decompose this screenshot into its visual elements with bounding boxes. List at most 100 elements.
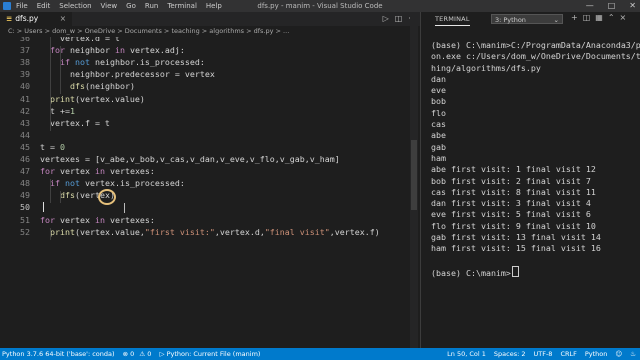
indent-guide [50, 227, 51, 240]
terminal-line-text: gab [431, 141, 446, 152]
minimize-icon[interactable]: — [586, 0, 594, 12]
line-number: 48 [20, 178, 30, 189]
run-icon[interactable]: ▷ [383, 12, 389, 26]
code-token: "final visit" [264, 226, 330, 237]
code-token: vertex.adj: [124, 45, 185, 56]
menu-item-terminal[interactable]: Terminal [167, 1, 197, 11]
code-token: vertexes: [104, 166, 155, 177]
tab-dfs-py[interactable]: ≡ dfs.py × [0, 12, 72, 26]
terminal-line: ham [431, 153, 636, 164]
terminal-line-text: (base) C:\manim>C:/ProgramData/Anaconda3… [431, 40, 640, 50]
code-token: neighbor [65, 45, 115, 56]
bell-icon[interactable]: ♨ [630, 348, 636, 360]
code-token: neighbor.is_processed: [89, 57, 205, 68]
terminal-line-text: cas first visit: 8 final visit 11 [431, 186, 596, 197]
maximize-icon[interactable]: □ [608, 0, 616, 12]
error-count[interactable]: 0 [130, 350, 134, 358]
code-token: vertexes: [104, 214, 155, 225]
code-token: if [59, 57, 70, 68]
line-number: 36 [20, 37, 30, 43]
cursor-position[interactable]: Ln 50, Col 1 [447, 348, 486, 360]
terminal-line-text: ham first visit: 15 final visit 16 [431, 243, 601, 254]
split-editor-icon[interactable]: ◫ [395, 12, 403, 26]
add-terminal-icon[interactable]: + [571, 13, 578, 22]
end-of-line[interactable]: CRLF [560, 348, 576, 360]
code-token: dfs [59, 190, 75, 201]
terminal-line-text: bob first visit: 2 final visit 7 [431, 175, 591, 186]
menu-item-go[interactable]: Go [126, 1, 136, 11]
code-line[interactable]: print(vertex.value) [40, 94, 145, 104]
terminal-line-text: abe [431, 130, 446, 141]
menu-item-view[interactable]: View [101, 1, 118, 11]
menu-bar: File Edit Selection View Go Run Terminal Help [16, 1, 222, 11]
terminal-line: on.exe c:/Users/dom_w/OneDrive/Documents… [431, 51, 640, 62]
code-line[interactable]: dfs(neighbor) [40, 81, 135, 91]
editor-tab-bar: ≡dfs.py × ▷ ◫ ··· [0, 12, 420, 26]
line-number: 39 [20, 69, 30, 80]
code-token: in [94, 214, 105, 225]
close-icon[interactable]: ✕ [629, 0, 636, 12]
vscode-logo-icon [3, 2, 11, 10]
code-token: vertex [55, 166, 95, 177]
terminal-line-text: dan first visit: 3 final visit 4 [431, 198, 591, 209]
code-area[interactable]: 36 vertex.d = t 37 for neighbor in vertex… [0, 37, 420, 348]
terminal-shell-select[interactable]: 3: Python ⌄ [491, 14, 563, 24]
indent-guide [60, 191, 61, 204]
indent-guide [50, 37, 51, 131]
feedback-icon[interactable]: ☺ [615, 348, 622, 360]
code-line[interactable]: for vertex in vertexes: [40, 215, 155, 225]
menu-item-help[interactable]: Help [206, 1, 222, 11]
indentation[interactable]: Spaces: 2 [494, 348, 526, 360]
code-line[interactable]: for neighbor in vertex.adj: [40, 45, 185, 55]
code-line[interactable]: t +=1 [40, 106, 75, 116]
text-caret [43, 202, 44, 213]
debug-config[interactable]: Python: Current File (manim) [167, 350, 261, 358]
terminal-line: eve first visit: 5 final visit 6 [431, 209, 636, 220]
menu-item-file[interactable]: File [16, 1, 28, 11]
editor-scrollbar-thumb[interactable] [411, 140, 417, 210]
terminal-line: bob first visit: 2 final visit 7 [431, 176, 636, 187]
terminal-line-text: on.exe c:/Users/dom_w/OneDrive/Documents… [431, 51, 640, 62]
code-token: vertexes = [v_abe,v_bob,v_cas,v_dan,v_ev… [40, 154, 340, 164]
terminal-output[interactable]: (base) C:\manim>C:/ProgramData/Anaconda3… [431, 40, 640, 278]
split-terminal-icon[interactable]: ◫ [583, 13, 591, 22]
language-mode[interactable]: Python [585, 348, 608, 360]
code-line[interactable]: vertexes = [v_abe,v_bob,v_cas,v_dan,v_ev… [40, 154, 340, 164]
chevron-up-icon[interactable]: ⌃ [608, 13, 615, 22]
trash-icon[interactable]: ▦ [595, 13, 603, 22]
code-line[interactable]: if not vertex.is_processed: [40, 178, 185, 188]
code-token: for [40, 166, 55, 177]
highlight-circle [98, 189, 116, 205]
code-token: for [40, 214, 55, 225]
terminal-line-text: gab first visit: 13 final visit 14 [431, 232, 601, 243]
code-token: vertex [55, 214, 95, 225]
code-token: 0 [59, 141, 65, 152]
code-token: vertex.d = t [59, 37, 120, 43]
terminal-line: hing/algorithms/dfs.py [431, 63, 636, 74]
tab-terminal[interactable]: TERMINAL [435, 15, 470, 26]
menu-item-selection[interactable]: Selection [59, 1, 91, 11]
code-token: not [74, 57, 90, 68]
menu-item-edit[interactable]: Edit [37, 1, 51, 11]
menu-item-run[interactable]: Run [145, 1, 158, 11]
code-line[interactable]: print(vertex.value,"first visit:",vertex… [40, 227, 380, 237]
code-line[interactable]: neighbor.predecessor = vertex [40, 69, 215, 79]
terminal-panel: TERMINAL 3: Python ⌄ + ◫ ▦ ⌃ × (base) C:… [421, 12, 640, 348]
code-line[interactable]: for vertex in vertexes: [40, 166, 155, 176]
terminal-line: gab [431, 142, 636, 153]
encoding[interactable]: UTF-8 [533, 348, 552, 360]
code-line[interactable]: t = 0 [40, 142, 65, 152]
python-interpreter[interactable]: Python 3.7.6 64-bit ('base': conda) [2, 350, 115, 358]
close-panel-icon[interactable]: × [620, 13, 627, 22]
close-tab-icon[interactable]: × [60, 12, 66, 26]
line-number: 42 [20, 105, 30, 116]
code-line[interactable]: vertex.d = t [40, 37, 120, 43]
line-number: 43 [20, 117, 30, 128]
breadcrumb[interactable]: C: > Users > dom_w > OneDrive > Document… [0, 26, 420, 37]
code-token: print [50, 93, 75, 104]
code-line[interactable]: if not neighbor.is_processed: [40, 57, 205, 67]
warning-count[interactable]: 0 [147, 350, 151, 358]
